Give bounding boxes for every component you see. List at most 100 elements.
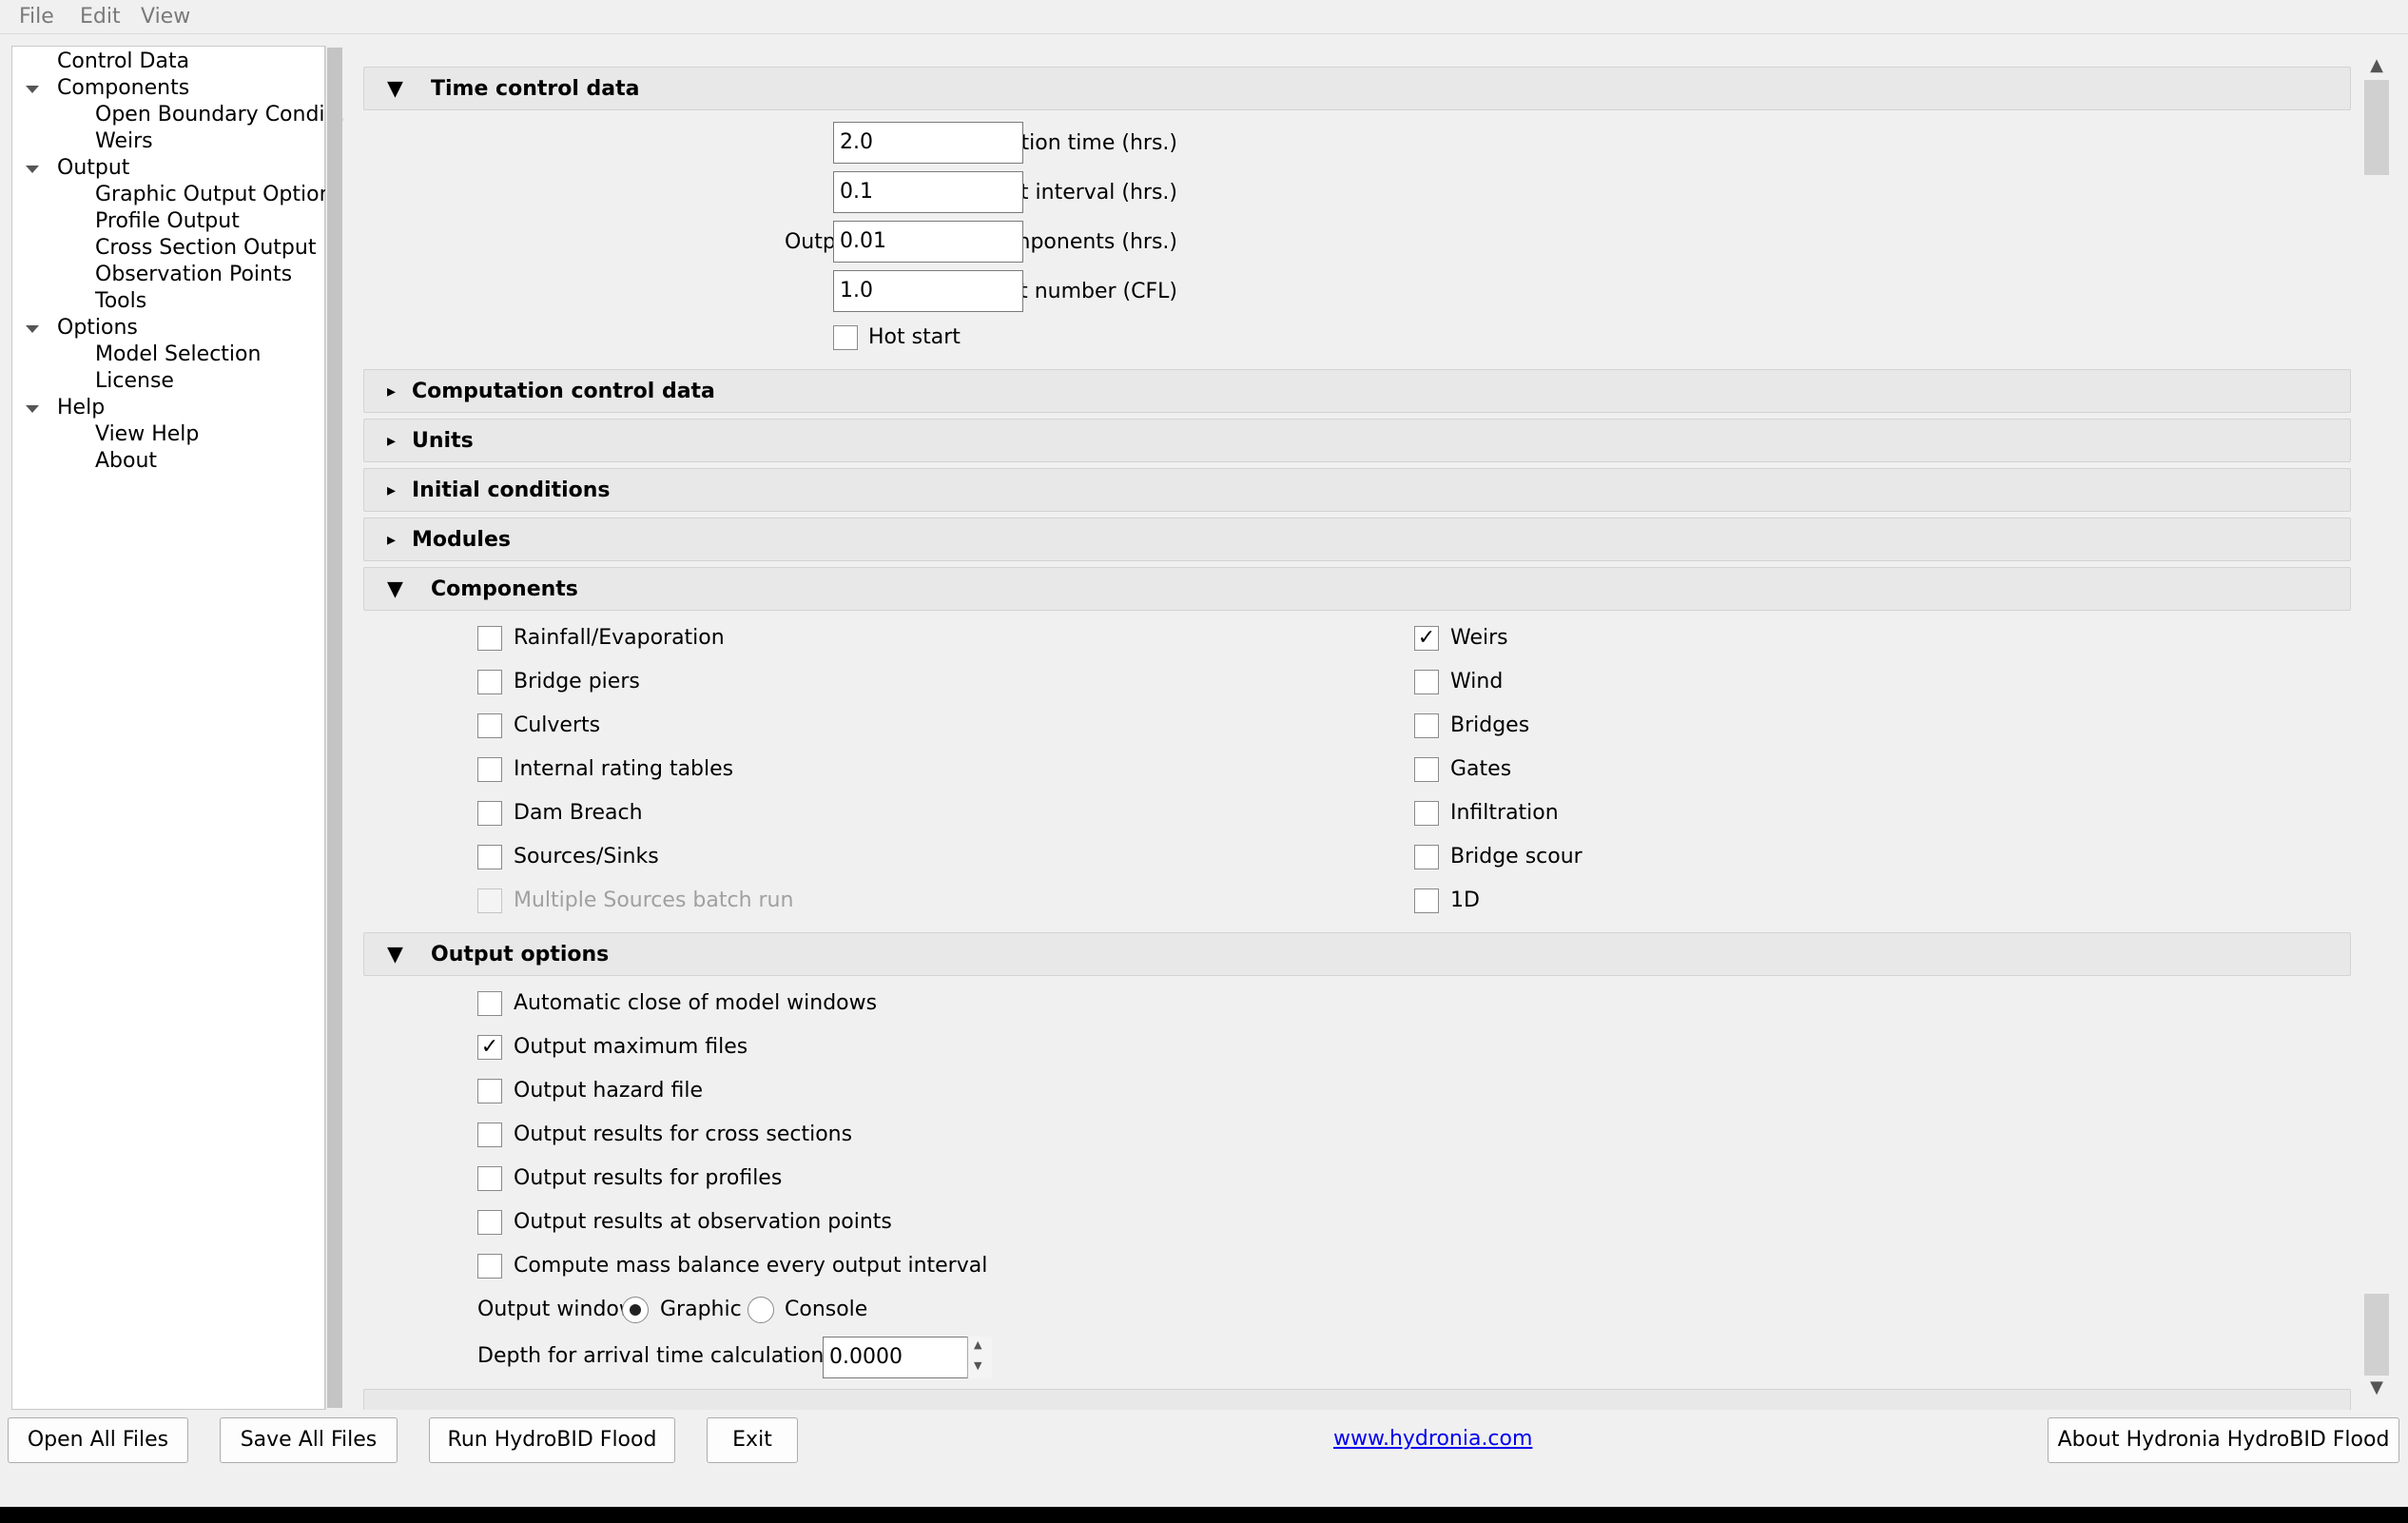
simulation-time-input[interactable]: 2.0 (833, 122, 1023, 164)
dam-breach-label: Dam Breach (514, 801, 643, 825)
collapsed-arrow-icon: ▸ (387, 530, 397, 550)
expanded-arrow-icon: ▼ (387, 577, 403, 601)
tree-item-graphic-output-options[interactable]: Graphic Output Options (95, 182, 343, 208)
section-modules[interactable]: ▸ Modules (363, 517, 2351, 561)
section-title: Output options (431, 943, 610, 967)
tree-item-model-selection[interactable]: Model Selection (95, 342, 261, 368)
tree-item-components[interactable]: Components (57, 75, 189, 102)
tree-item-license[interactable]: License (95, 368, 174, 395)
wind-checkbox[interactable] (1414, 670, 1439, 694)
checkmark-icon: ✓ (1417, 626, 1436, 650)
bridge-piers-checkbox[interactable] (477, 670, 502, 694)
output-interval-input[interactable]: 0.1 (833, 171, 1023, 213)
save-all-files-button[interactable]: Save All Files (220, 1417, 398, 1463)
scrollbar-thumb[interactable] (2364, 80, 2389, 175)
section-title: Components (431, 577, 578, 601)
dam-breach-checkbox[interactable] (477, 801, 502, 826)
splitter-handle[interactable] (327, 48, 342, 1408)
weirs-label: Weirs (1450, 626, 1508, 650)
rainfall-evaporation-label: Rainfall/Evaporation (514, 626, 725, 650)
output-cross-sections-label: Output results for cross sections (514, 1123, 853, 1146)
internal-rating-tables-label: Internal rating tables (514, 757, 734, 781)
section-output-options[interactable]: ▼ Output options (363, 932, 2351, 976)
control-data-panel: ▼ Time control data Simulation time (hrs… (354, 46, 2360, 1410)
scroll-up-icon[interactable]: ▲ (2366, 55, 2387, 75)
expand-arrow-icon[interactable] (26, 166, 39, 173)
culverts-checkbox[interactable] (477, 713, 502, 738)
sources-sinks-label: Sources/Sinks (514, 845, 659, 869)
output-interval-components-input[interactable]: 0.01 (833, 221, 1023, 263)
multiple-sources-batch-checkbox (477, 888, 502, 913)
section-title: Computation control data (412, 380, 715, 403)
hot-start-checkbox[interactable] (833, 325, 858, 350)
bottom-strip (0, 1507, 2408, 1523)
tree-item-view-help[interactable]: View Help (95, 421, 199, 448)
run-hydrobid-flood-button[interactable]: Run HydroBID Flood (429, 1417, 675, 1463)
tree-item-profile-output[interactable]: Profile Output (95, 208, 240, 235)
menu-edit[interactable]: Edit (80, 4, 121, 30)
graphic-radio[interactable] (622, 1297, 649, 1323)
auto-close-windows-checkbox[interactable] (477, 991, 502, 1016)
bridge-scour-checkbox[interactable] (1414, 845, 1439, 869)
output-maximum-files-label: Output maximum files (514, 1035, 748, 1059)
section-time-control[interactable]: ▼ Time control data (363, 67, 2351, 110)
navigation-tree: Control Data Components Open Boundary Co… (11, 46, 345, 1410)
console-radio[interactable] (748, 1297, 774, 1323)
tree-item-output[interactable]: Output (57, 155, 129, 182)
tree-item-options[interactable]: Options (57, 315, 138, 342)
gates-checkbox[interactable] (1414, 757, 1439, 782)
output-hazard-file-checkbox[interactable] (477, 1079, 502, 1103)
one-d-checkbox[interactable] (1414, 888, 1439, 913)
rainfall-evaporation-checkbox[interactable] (477, 626, 502, 651)
tree-item-help[interactable]: Help (57, 395, 105, 421)
infiltration-checkbox[interactable] (1414, 801, 1439, 826)
section-units[interactable]: ▸ Units (363, 419, 2351, 462)
output-cross-sections-checkbox[interactable] (477, 1123, 502, 1147)
vertical-scrollbar[interactable] (2362, 46, 2391, 1410)
courant-number-input[interactable]: 1.0 (833, 270, 1023, 312)
arrival-depth-spinner[interactable]: ▲ ▼ (967, 1337, 992, 1378)
tree-item-weirs[interactable]: Weirs (95, 128, 153, 155)
output-profiles-checkbox[interactable] (477, 1166, 502, 1191)
website-link[interactable]: www.hydronia.com (1333, 1425, 1532, 1454)
expand-arrow-icon[interactable] (26, 86, 39, 93)
scrollbar-thumb-lower[interactable] (2364, 1294, 2389, 1376)
hot-start-label: Hot start (868, 325, 961, 349)
wind-label: Wind (1450, 670, 1504, 693)
section-computation-control[interactable]: ▸ Computation control data (363, 369, 2351, 413)
menu-view[interactable]: View (141, 4, 190, 30)
tree-item-cross-section-output[interactable]: Cross Section Output (95, 235, 316, 262)
tree-item-control-data[interactable]: Control Data (57, 49, 189, 75)
tree-item-open-boundary[interactable]: Open Boundary Condi... (95, 102, 345, 128)
section-components[interactable]: ▼ Components (363, 567, 2351, 611)
tree-item-about[interactable]: About (95, 448, 157, 475)
collapsed-arrow-icon: ▸ (387, 431, 397, 451)
multiple-sources-batch-label: Multiple Sources batch run (514, 888, 794, 912)
checkmark-icon: ✓ (480, 1035, 499, 1059)
arrival-depth-label: Depth for arrival time calculation (ft) (477, 1344, 863, 1368)
output-hazard-file-label: Output hazard file (514, 1079, 703, 1103)
about-button[interactable]: About Hydronia HydroBID Flood (2048, 1417, 2399, 1463)
exit-button[interactable]: Exit (707, 1417, 798, 1463)
weirs-checkbox[interactable]: ✓ (1414, 626, 1439, 651)
spin-down-icon[interactable]: ▼ (974, 1359, 981, 1372)
bridge-scour-label: Bridge scour (1450, 845, 1583, 869)
expand-arrow-icon[interactable] (26, 405, 39, 413)
scroll-down-icon[interactable]: ▼ (2366, 1377, 2387, 1397)
mass-balance-checkbox[interactable] (477, 1254, 502, 1279)
auto-close-windows-label: Automatic close of model windows (514, 991, 878, 1015)
internal-rating-tables-checkbox[interactable] (477, 757, 502, 782)
expanded-arrow-icon: ▼ (387, 77, 403, 101)
section-initial-conditions[interactable]: ▸ Initial conditions (363, 468, 2351, 512)
menu-file[interactable]: File (19, 4, 54, 30)
open-all-files-button[interactable]: Open All Files (8, 1417, 188, 1463)
output-observation-points-checkbox[interactable] (477, 1210, 502, 1235)
output-maximum-files-checkbox[interactable]: ✓ (477, 1035, 502, 1060)
sources-sinks-checkbox[interactable] (477, 845, 502, 869)
bridges-checkbox[interactable] (1414, 713, 1439, 738)
section-next-partial[interactable] (363, 1389, 2351, 1410)
tree-item-tools[interactable]: Tools (95, 288, 146, 315)
tree-item-observation-points[interactable]: Observation Points (95, 262, 292, 288)
expand-arrow-icon[interactable] (26, 325, 39, 333)
spin-up-icon[interactable]: ▲ (974, 1338, 981, 1351)
